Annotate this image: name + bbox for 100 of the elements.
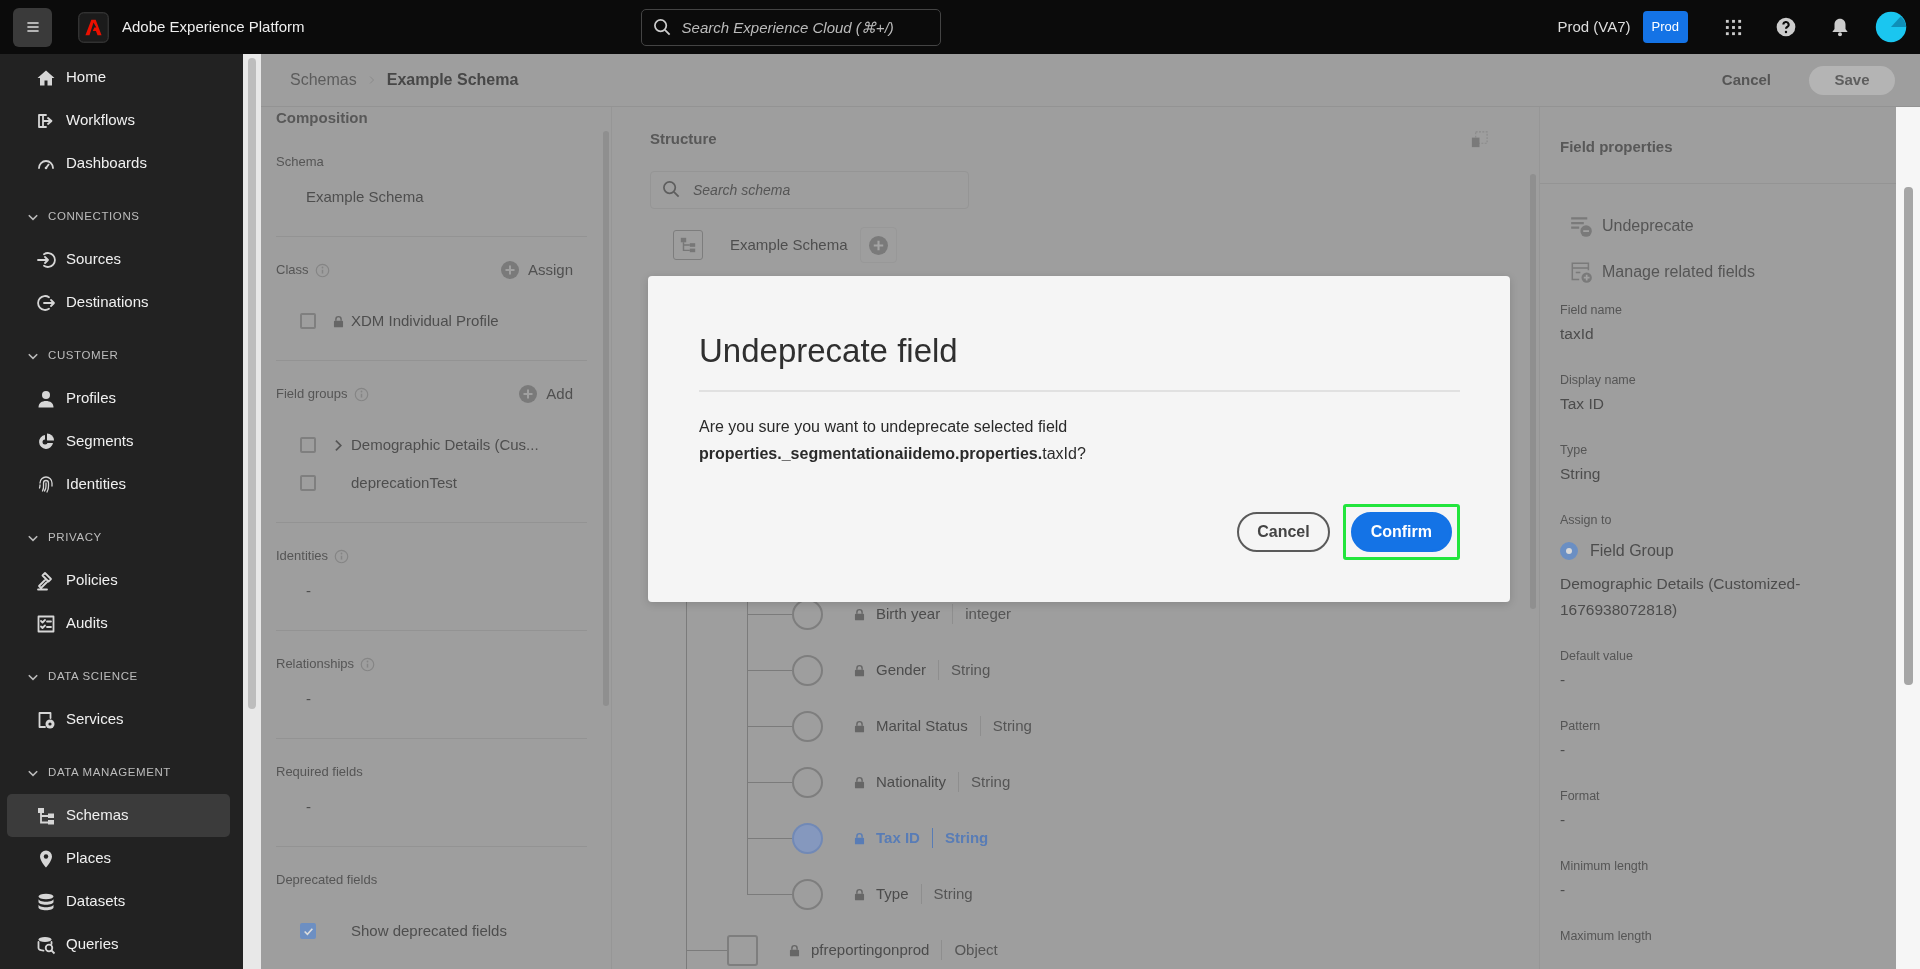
database-icon [36, 891, 56, 912]
field-label: Minimum length [1560, 857, 1650, 875]
checkbox[interactable] [300, 923, 316, 939]
search-field[interactable]: Search schema [650, 171, 969, 209]
schema-name: Example Schema [730, 234, 848, 255]
scrollbar-thumb[interactable] [248, 58, 256, 709]
field-type: String [944, 827, 989, 848]
nav-item[interactable]: Profiles [7, 377, 230, 420]
section-toggle[interactable]: DATA SCIENCE [7, 655, 230, 698]
section-label: Relationships [276, 655, 355, 674]
field-label: Default value [1560, 647, 1634, 665]
section-toggle[interactable]: PRIVACY [7, 516, 230, 559]
section-label: Required fields [276, 763, 363, 782]
radio-button[interactable] [1560, 542, 1578, 560]
field-value: - [1560, 670, 1567, 690]
field-value: - [1560, 810, 1567, 830]
plus-circle-icon [518, 384, 539, 404]
field-value: - [1560, 880, 1567, 900]
avatar[interactable] [1875, 11, 1907, 43]
add-field-button[interactable] [859, 227, 897, 263]
hierarchy-icon [679, 236, 697, 254]
nav-item[interactable]: Identities [7, 463, 230, 506]
confirm-button[interactable]: Confirm [1350, 512, 1452, 552]
checkbox[interactable] [300, 475, 316, 491]
field-label: Maximum length [1560, 927, 1653, 945]
section-value: Example Schema [306, 186, 424, 207]
gear-icon [36, 709, 56, 730]
panel-title: Composition [276, 107, 369, 128]
dialog-title: Undeprecate field [699, 331, 959, 371]
checkbox[interactable] [300, 437, 316, 453]
breadcrumb-current: Example Schema [386, 70, 519, 90]
section-toggle[interactable]: DATA MANAGEMENT [7, 751, 230, 794]
pie-icon [36, 431, 56, 452]
scrollbar-thumb[interactable] [1903, 187, 1913, 685]
grid-icon [1724, 17, 1743, 37]
help-button[interactable] [1775, 16, 1797, 38]
fingerprint-icon [36, 474, 56, 495]
hierarchy-icon [36, 805, 56, 826]
app-logo-icon [78, 11, 109, 43]
search-field[interactable]: Search Experience Cloud (⌘+/) [640, 8, 941, 46]
nav-item[interactable]: Schemas [7, 794, 230, 837]
search-icon [662, 180, 681, 199]
plus-circle-icon [499, 260, 520, 280]
field-value: Demographic Details (Customized-1676938072818) [1560, 574, 1802, 620]
section-label: Identities [276, 547, 329, 566]
field-node[interactable] [792, 878, 823, 910]
expand-button[interactable] [1470, 129, 1489, 149]
checklist-icon [36, 613, 56, 634]
nav-item[interactable]: Segments [7, 420, 230, 463]
nav-item[interactable]: Sources [7, 238, 230, 281]
field-node[interactable] [792, 654, 823, 686]
checkbox[interactable] [300, 313, 316, 329]
schema-node[interactable] [673, 230, 703, 260]
section-value: - [306, 688, 311, 709]
object-node[interactable] [727, 934, 758, 966]
menu-button[interactable] [13, 7, 52, 47]
section-toggle[interactable]: CONNECTIONS [7, 195, 230, 238]
section-label: Class [276, 261, 309, 280]
nav-item[interactable]: Datasets [7, 880, 230, 923]
person-icon [36, 388, 56, 409]
list-minus-icon [1570, 214, 1593, 238]
nav-item[interactable]: Policies [7, 559, 230, 602]
avatar-icon [1875, 11, 1907, 43]
field-type: integer [965, 603, 1012, 624]
nav-item[interactable]: Services [7, 698, 230, 741]
sandbox-button[interactable]: Prod [1642, 11, 1688, 43]
nav-item[interactable]: Audits [7, 602, 230, 645]
nav-item[interactable]: Queries [7, 923, 230, 966]
field-label: Pattern [1560, 717, 1602, 735]
field-type: String [933, 883, 973, 904]
field-value: Tax ID [1560, 394, 1605, 414]
nav-item[interactable]: Dashboards [7, 142, 230, 185]
field-type: Object [954, 939, 998, 960]
section-label: Field groups [276, 385, 348, 404]
field-node[interactable] [792, 822, 823, 854]
field-label: Assign to [1560, 511, 1613, 529]
section-toggle[interactable]: CUSTOMER [7, 334, 230, 377]
sign-out-icon [36, 292, 56, 313]
field-value: String [1560, 464, 1602, 484]
menu-icon [24, 19, 41, 35]
nav-item[interactable]: Workflows [7, 99, 230, 142]
field-value: - [1560, 740, 1567, 760]
section-value: - [306, 796, 311, 817]
org-name[interactable]: Prod (VA7) [1557, 15, 1631, 39]
database-search-icon [36, 934, 56, 955]
field-node[interactable] [792, 766, 823, 798]
list-plus-icon [1570, 260, 1593, 284]
checkmark-icon [302, 925, 314, 937]
nav-item[interactable]: Places [7, 837, 230, 880]
plus-circle-icon [867, 234, 889, 256]
apps-button[interactable] [1724, 17, 1743, 37]
section-value: - [306, 580, 311, 601]
field-type: String [951, 659, 991, 680]
cancel-button[interactable]: Cancel [1237, 512, 1330, 552]
field-node[interactable] [792, 710, 823, 742]
section-label: Schema [276, 153, 324, 172]
nav-item[interactable]: Home [7, 56, 230, 99]
nav-item[interactable]: Destinations [7, 281, 230, 324]
panel-title: Structure [650, 129, 717, 149]
field-label: Field name [1560, 301, 1623, 319]
